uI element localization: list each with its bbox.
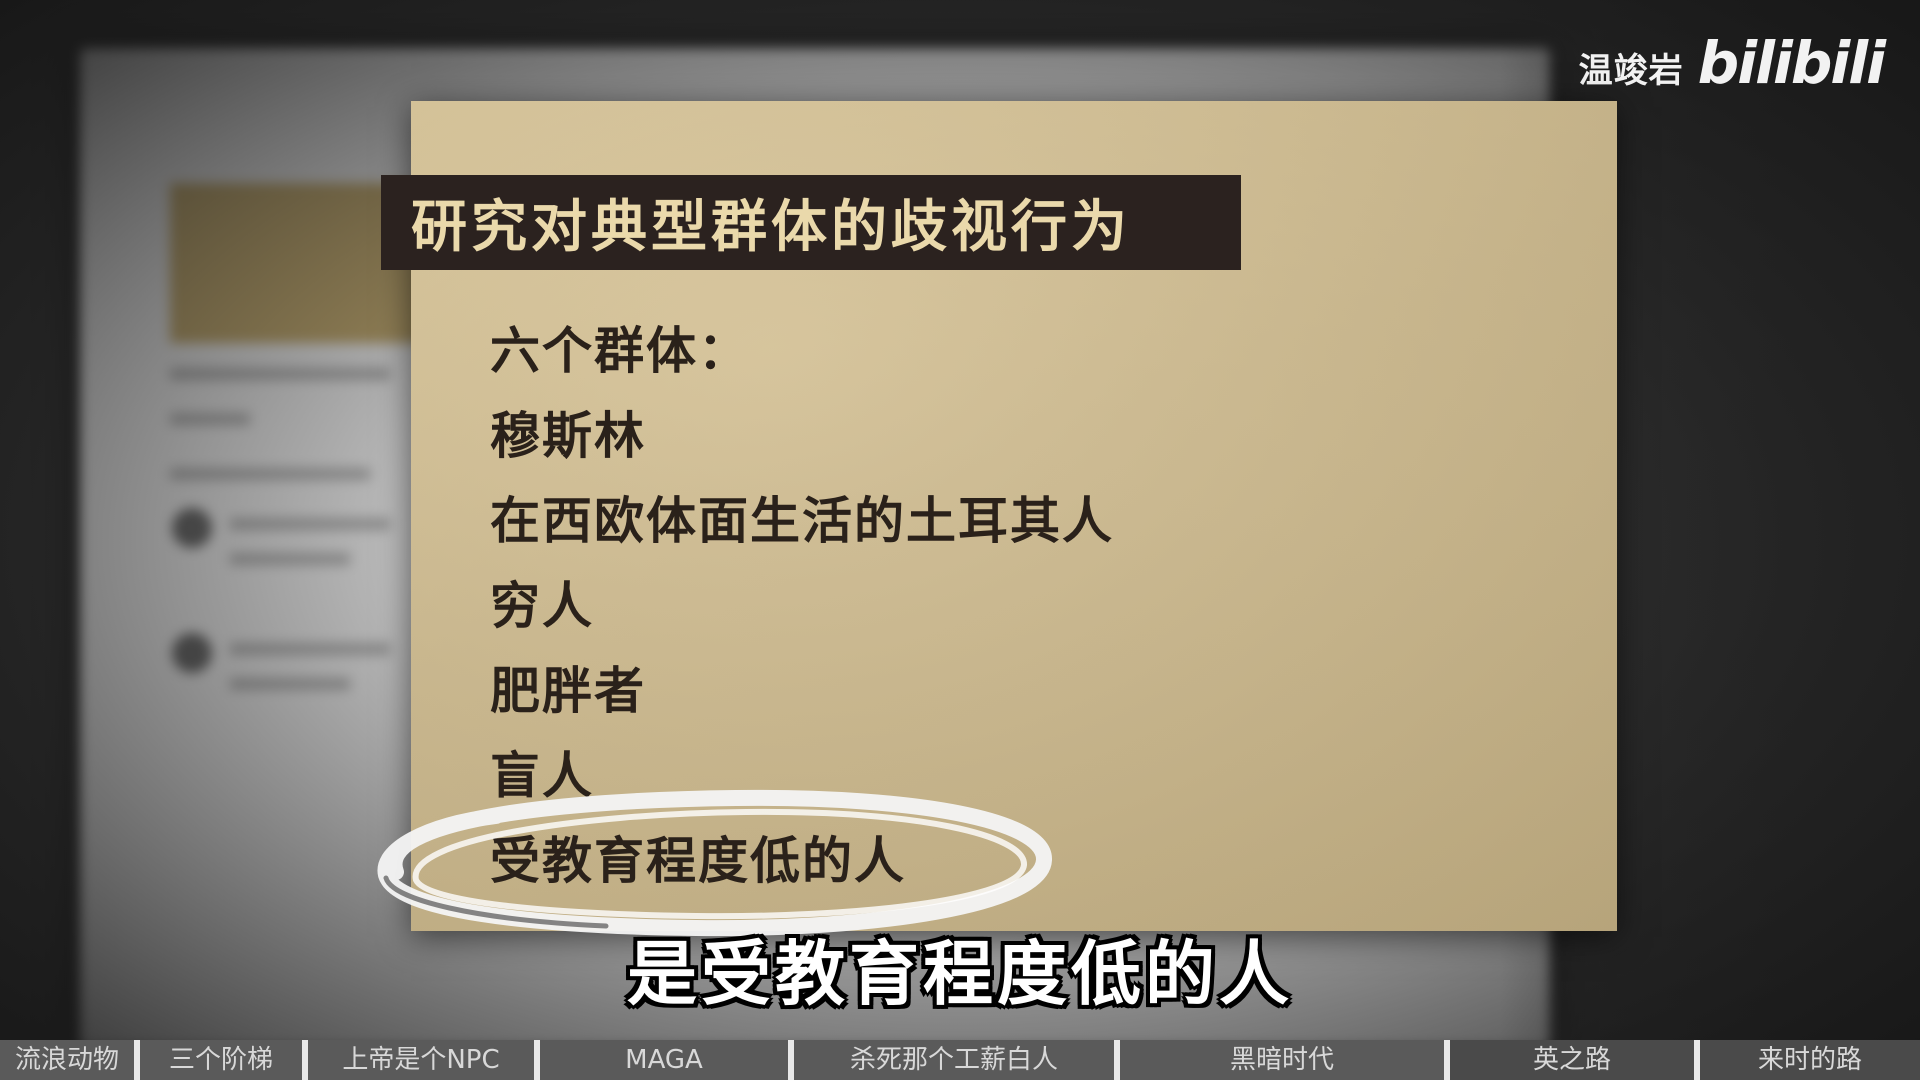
background-line: [170, 368, 390, 380]
background-avatar: [172, 633, 212, 673]
video-subtitle: 是受教育程度低的人: [627, 933, 1293, 1015]
chapter-segment[interactable]: 杀死那个工薪白人: [794, 1040, 1120, 1080]
list-item: 六个群体：: [490, 321, 750, 380]
chapter-bar[interactable]: 流浪动物 三个阶梯 上帝是个NPC MAGA 杀死那个工薪白人 黑暗时代 英之路…: [0, 1040, 1920, 1080]
background-line: [170, 413, 250, 425]
chapter-segment[interactable]: 流浪动物: [0, 1040, 140, 1080]
chapter-segment[interactable]: 三个阶梯: [140, 1040, 308, 1080]
chapter-segment[interactable]: 英之路: [1450, 1040, 1700, 1080]
background-line: [230, 643, 390, 655]
background-line: [230, 518, 390, 530]
list-item: 肥胖者: [490, 661, 646, 720]
bilibili-logo: bilibili: [1697, 29, 1886, 97]
author-name: 温竣岩: [1578, 51, 1684, 91]
list-item: 穆斯林: [490, 406, 646, 465]
list-item: 穷人: [490, 576, 594, 635]
chapter-segment[interactable]: 黑暗时代: [1120, 1040, 1450, 1080]
channel-watermark: 温竣岩 bilibili: [1578, 29, 1886, 97]
background-line: [230, 678, 350, 690]
chapter-segment[interactable]: 上帝是个NPC: [308, 1040, 540, 1080]
chapter-segment[interactable]: MAGA: [540, 1040, 794, 1080]
card-title-bar: 研究对典型群体的歧视行为: [381, 175, 1241, 270]
list-item: 在西欧体面生活的土耳其人: [490, 491, 1114, 550]
background-line: [230, 553, 350, 565]
brush-circle-highlight: [377, 789, 1052, 937]
chapter-segment[interactable]: 来时的路: [1700, 1040, 1920, 1080]
background-avatar: [172, 508, 212, 548]
background-line: [170, 468, 370, 480]
card-title: 研究对典型群体的歧视行为: [411, 194, 1131, 260]
